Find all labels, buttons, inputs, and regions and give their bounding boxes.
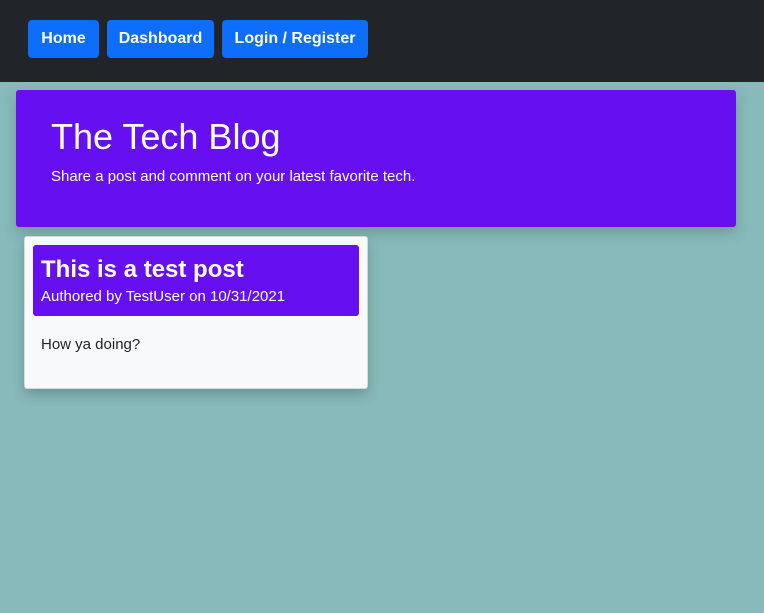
page-title: The Tech Blog [51, 116, 281, 157]
page-subtitle: Share a post and comment on your latest … [51, 168, 416, 185]
post-body: How ya doing? [41, 336, 141, 353]
post-card-header: This is a test post Authored by TestUser… [33, 245, 359, 316]
login-register-button[interactable]: Login / Register [222, 20, 368, 58]
post-title[interactable]: This is a test post [41, 256, 244, 284]
post-card[interactable]: This is a test post Authored by TestUser… [24, 236, 368, 389]
dashboard-button[interactable]: Dashboard [107, 20, 214, 58]
home-button[interactable]: Home [28, 20, 99, 58]
top-navbar: Home Dashboard Login / Register [0, 0, 764, 82]
post-author-meta: Authored by TestUser on 10/31/2021 [41, 288, 286, 305]
hero-banner: The Tech Blog Share a post and comment o… [16, 90, 736, 227]
